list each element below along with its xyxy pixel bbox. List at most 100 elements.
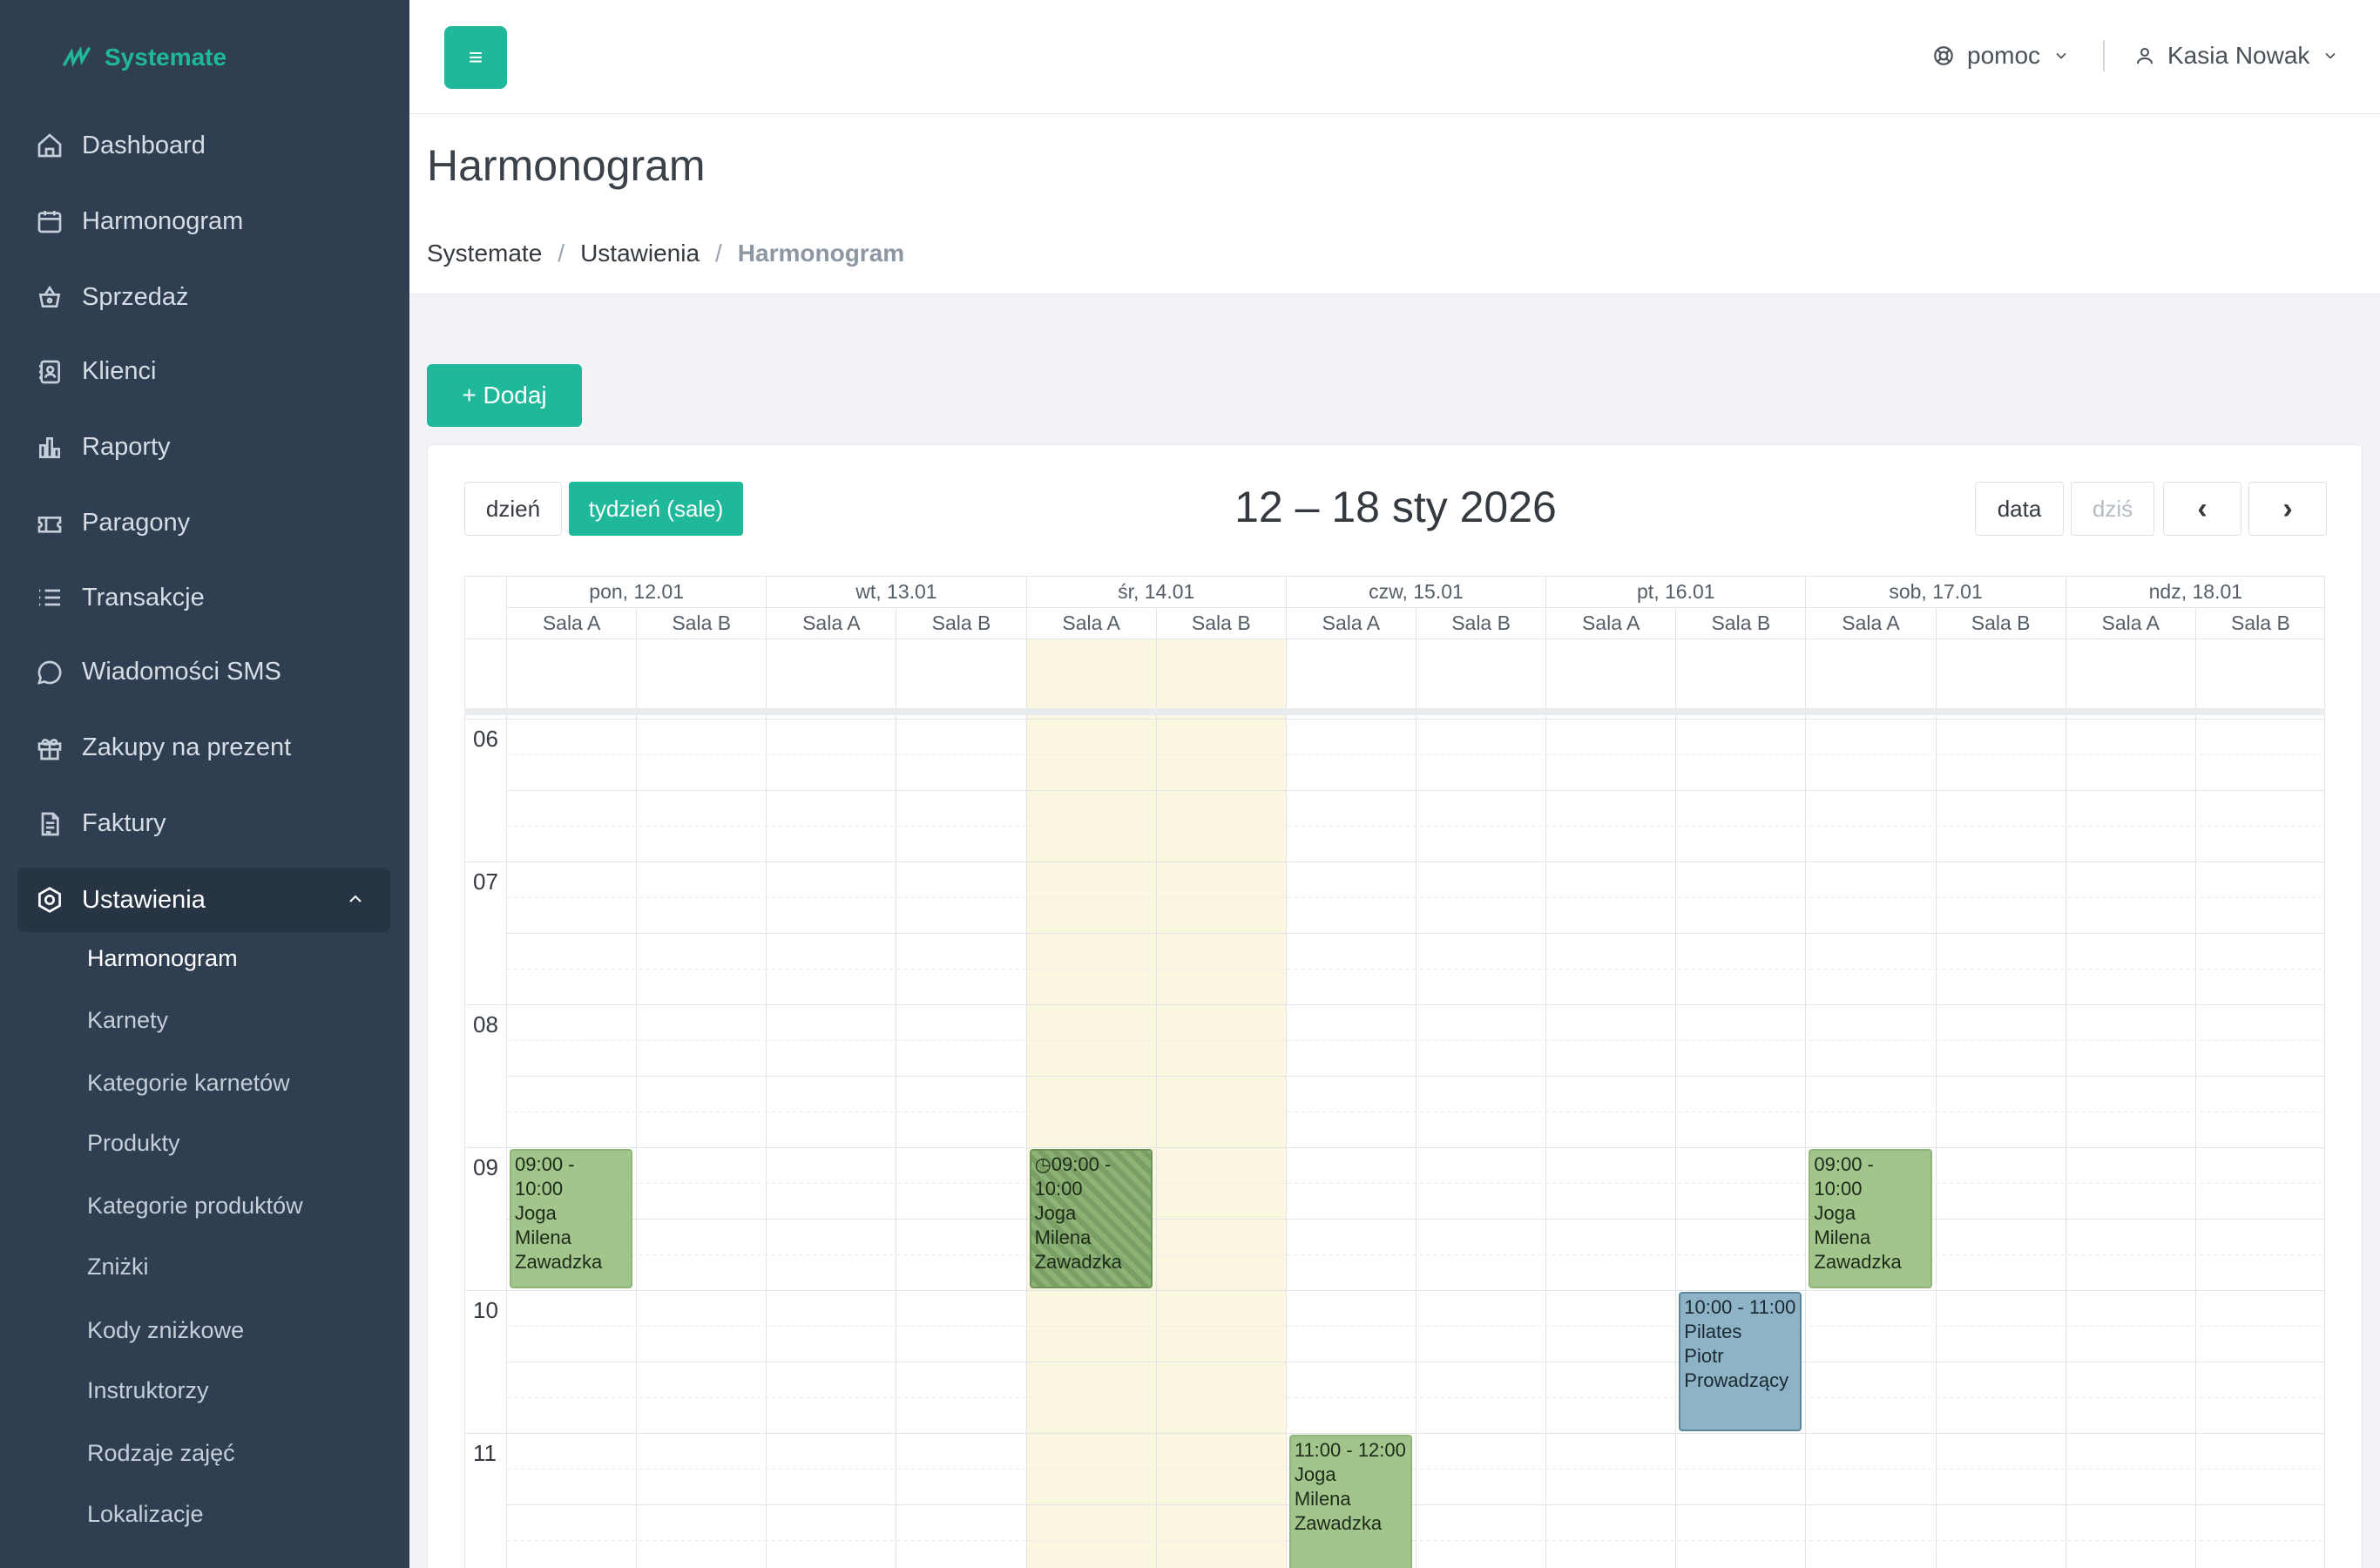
event-instructor: Milena Zawadzka bbox=[515, 1227, 603, 1273]
chevron-down-icon bbox=[2325, 52, 2336, 59]
room-column[interactable] bbox=[506, 639, 636, 1568]
view-day-button[interactable]: dzień bbox=[464, 482, 562, 536]
submenu-item[interactable]: Karnety bbox=[87, 1007, 168, 1034]
sidebar-item-label: Dashboard bbox=[82, 131, 206, 159]
calendar-event[interactable]: 09:00 - 10:00 Joga Milena Zawadzka bbox=[510, 1149, 633, 1288]
submenu-item[interactable]: Lokalizacje bbox=[87, 1501, 204, 1528]
view-week-rooms-button[interactable]: tydzień (sale) bbox=[569, 482, 743, 536]
day-header: sob, 17.01 bbox=[1805, 576, 2066, 607]
user-menu[interactable]: Kasia Nowak bbox=[2134, 38, 2339, 73]
slot-line bbox=[506, 826, 2325, 827]
breadcrumb-separator: / bbox=[715, 240, 722, 267]
sidebar-item-wiadomości-sms[interactable]: Wiadomości SMS bbox=[17, 640, 390, 705]
grid-border bbox=[464, 576, 465, 1568]
hour-label: 07 bbox=[473, 868, 498, 895]
next-week-button[interactable]: › bbox=[2248, 482, 2327, 536]
slot-line bbox=[506, 933, 2325, 934]
slot-line bbox=[506, 1540, 2325, 1541]
event-instructor: Milena Zawadzka bbox=[1814, 1227, 1902, 1273]
room-column[interactable] bbox=[636, 639, 766, 1568]
sidebar-item-zakupy-na-prezent[interactable]: Zakupy na prezent bbox=[17, 716, 390, 781]
submenu-item[interactable]: Rodzaje zajęć bbox=[87, 1440, 235, 1467]
sidebar-item-sprzedaż[interactable]: Sprzedaż bbox=[17, 265, 390, 329]
slot-line bbox=[506, 1326, 2325, 1327]
prev-week-button[interactable]: ‹ bbox=[2163, 482, 2241, 536]
sidebar-item-label: Zakupy na prezent bbox=[82, 733, 292, 762]
submenu-item[interactable]: Harmonogram bbox=[87, 945, 238, 972]
hour-line bbox=[464, 1147, 2325, 1148]
hour-line bbox=[464, 719, 2325, 720]
sidebar-item-faktury[interactable]: Faktury bbox=[17, 792, 390, 856]
breadcrumb-item-current: Harmonogram bbox=[737, 240, 905, 267]
room-column[interactable] bbox=[2194, 639, 2325, 1568]
room-column[interactable] bbox=[1416, 639, 1545, 1568]
brand-logo[interactable]: Systemate bbox=[63, 42, 227, 73]
room-header: Sala A bbox=[1805, 607, 1936, 639]
calendar-event[interactable]: 10:00 - 11:00 Pilates Piotr Prowadzący bbox=[1679, 1292, 1802, 1431]
sidebar-item-paragony[interactable]: Paragony bbox=[17, 491, 390, 556]
room-header: Sala B bbox=[1416, 607, 1546, 639]
slot-line bbox=[506, 1504, 2325, 1505]
room-column[interactable] bbox=[896, 639, 1025, 1568]
event-instructor: Piotr Prowadzący bbox=[1684, 1345, 1789, 1391]
breadcrumb-item-home[interactable]: Systemate bbox=[427, 240, 542, 267]
calendar-card: dzień tydzień (sale) 12 – 18 sty 2026 da… bbox=[427, 444, 2363, 1568]
hour-label: 10 bbox=[473, 1297, 498, 1323]
add-button[interactable]: + Dodaj bbox=[427, 364, 582, 427]
submenu-item[interactable]: Zniżki bbox=[87, 1254, 149, 1281]
submenu-item[interactable]: Instruktorzy bbox=[87, 1377, 209, 1404]
contacts-icon bbox=[17, 358, 82, 386]
breadcrumb-item-settings[interactable]: Ustawienia bbox=[580, 240, 700, 267]
slot-line bbox=[506, 1254, 2325, 1255]
room-header: Sala B bbox=[2194, 607, 2325, 639]
invoice-icon bbox=[17, 810, 82, 838]
chevron-down-icon bbox=[2056, 52, 2066, 59]
hour-label: 08 bbox=[473, 1011, 498, 1037]
room-header: Sala B bbox=[636, 607, 767, 639]
chevron-up-icon bbox=[349, 895, 362, 902]
submenu-item[interactable]: Kody zniżkowe bbox=[87, 1317, 244, 1344]
room-header: Sala A bbox=[1285, 607, 1416, 639]
slot-line bbox=[506, 1183, 2325, 1184]
room-column[interactable] bbox=[766, 639, 896, 1568]
submenu-item[interactable]: Kategorie produktów bbox=[87, 1193, 303, 1220]
calendar-event[interactable]: 09:00 - 10:00 Joga Milena Zawadzka bbox=[1809, 1149, 1932, 1288]
day-header: wt, 13.01 bbox=[766, 576, 1026, 607]
menu-toggle-button[interactable]: ≡ bbox=[444, 26, 507, 89]
event-name: Joga bbox=[1814, 1202, 1856, 1224]
room-column[interactable] bbox=[1155, 639, 1286, 1568]
room-column[interactable] bbox=[2065, 639, 2195, 1568]
room-column[interactable] bbox=[1805, 639, 1935, 1568]
user-name: Kasia Nowak bbox=[2167, 42, 2310, 69]
event-time: 09:00 - 10:00 bbox=[1814, 1153, 1874, 1200]
event-instructor: Milena Zawadzka bbox=[1034, 1227, 1122, 1273]
room-header: Sala B bbox=[896, 607, 1026, 639]
submenu-item[interactable]: Kategorie karnetów bbox=[87, 1070, 290, 1097]
calendar-event[interactable]: 11:00 - 12:00 Joga Milena Zawadzka bbox=[1288, 1435, 1412, 1568]
calendar-event[interactable]: ◷09:00 - 10:00 Joga Milena Zawadzka bbox=[1029, 1149, 1153, 1288]
sidebar: Systemate Dashboard Harmonogram Sprzedaż Kl… bbox=[0, 0, 409, 1568]
sidebar-item-harmonogram[interactable]: Harmonogram bbox=[17, 189, 390, 253]
help-menu[interactable]: pomoc bbox=[1932, 38, 2070, 73]
room-column[interactable] bbox=[1545, 639, 1675, 1568]
sidebar-item-raporty[interactable]: Raporty bbox=[17, 416, 390, 480]
topbar-divider bbox=[2103, 40, 2105, 71]
room-column[interactable] bbox=[1935, 639, 2066, 1568]
event-time: 09:00 - 10:00 bbox=[515, 1153, 575, 1200]
sidebar-item-klienci[interactable]: Klienci bbox=[17, 340, 390, 404]
sidebar-item-ustawienia[interactable]: Ustawienia bbox=[17, 868, 390, 932]
room-column[interactable] bbox=[1025, 639, 1156, 1568]
logo-icon bbox=[63, 47, 91, 68]
sidebar-item-dashboard[interactable]: Dashboard bbox=[17, 113, 390, 178]
clock-icon: ◷ bbox=[1034, 1153, 1051, 1175]
list-icon bbox=[17, 584, 82, 612]
today-button[interactable]: dziś bbox=[2071, 482, 2154, 536]
room-column[interactable] bbox=[1285, 639, 1416, 1568]
submenu-item[interactable]: Produkty bbox=[87, 1130, 180, 1157]
room-header: Sala B bbox=[1935, 607, 2066, 639]
sidebar-item-transakcje[interactable]: Transakcje bbox=[17, 565, 390, 630]
sidebar-item-label: Raporty bbox=[82, 433, 171, 462]
date-picker-button[interactable]: data bbox=[1975, 482, 2064, 536]
event-time: 10:00 - 11:00 bbox=[1684, 1296, 1796, 1318]
slot-line bbox=[506, 1040, 2325, 1041]
